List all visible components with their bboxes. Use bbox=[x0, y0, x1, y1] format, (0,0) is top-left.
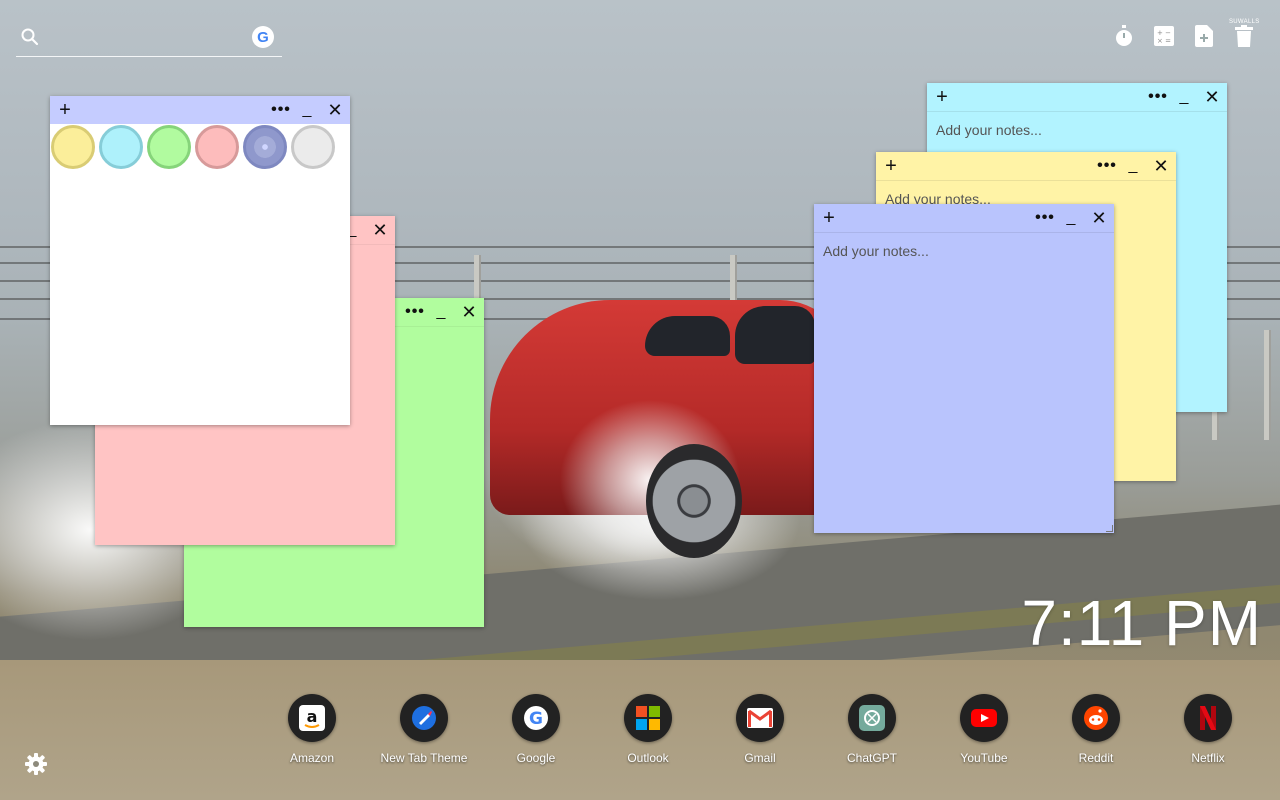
color-swatch-gray[interactable] bbox=[291, 125, 335, 169]
note-header: + ••• _ ✕ bbox=[927, 83, 1227, 112]
close-icon[interactable]: ✕ bbox=[458, 298, 480, 326]
search-bar: G bbox=[16, 22, 282, 57]
outlook-icon bbox=[624, 694, 672, 742]
minimize-icon[interactable]: _ bbox=[1060, 204, 1082, 232]
shortcut-label: Outlook bbox=[627, 751, 669, 765]
shortcut-label: Google bbox=[516, 751, 556, 765]
close-icon[interactable]: ✕ bbox=[1201, 83, 1223, 111]
color-swatch-pink[interactable] bbox=[195, 125, 239, 169]
car-wheel bbox=[646, 444, 742, 558]
shortcut-label: Reddit bbox=[1078, 751, 1114, 765]
trash-icon[interactable] bbox=[1232, 24, 1256, 48]
brand-label: SUWALLS bbox=[1229, 19, 1260, 25]
svg-text:G: G bbox=[529, 709, 543, 729]
add-note-icon[interactable]: + bbox=[931, 83, 953, 111]
note-header: + ••• _ ✕ bbox=[814, 204, 1114, 233]
shortcut-new-tab-theme[interactable]: New Tab Theme bbox=[368, 694, 480, 765]
more-options-icon[interactable]: ••• bbox=[1034, 204, 1056, 232]
shortcut-google[interactable]: G Google bbox=[480, 694, 592, 765]
close-icon[interactable]: ✕ bbox=[1088, 204, 1110, 232]
sticky-note-white: + ••• _ ✕ bbox=[50, 96, 350, 425]
shortcut-amazon[interactable]: a Amazon bbox=[256, 694, 368, 765]
minimize-icon[interactable]: _ bbox=[430, 298, 452, 326]
shortcut-label: YouTube bbox=[960, 751, 1008, 765]
search-icon[interactable] bbox=[20, 27, 40, 47]
shortcut-gmail[interactable]: Gmail bbox=[704, 694, 816, 765]
more-options-icon[interactable]: ••• bbox=[270, 96, 292, 124]
minimize-icon[interactable]: _ bbox=[1122, 152, 1144, 180]
resize-handle[interactable] bbox=[1106, 525, 1113, 532]
gmail-icon bbox=[736, 694, 784, 742]
shortcut-label: Gmail bbox=[744, 751, 776, 765]
color-swatch-green[interactable] bbox=[147, 125, 191, 169]
notes-add-icon[interactable] bbox=[1192, 24, 1216, 48]
shortcut-label: ChatGPT bbox=[846, 751, 897, 765]
google-icon[interactable]: G bbox=[252, 26, 274, 48]
more-options-icon[interactable]: ••• bbox=[1096, 152, 1118, 180]
google-icon: G bbox=[512, 694, 560, 742]
minimize-icon[interactable]: _ bbox=[296, 96, 318, 124]
minimize-icon[interactable]: _ bbox=[1173, 83, 1195, 111]
shortcut-label: Netflix bbox=[1191, 751, 1225, 765]
close-icon[interactable]: ✕ bbox=[324, 96, 346, 124]
clock: 7:11 PM bbox=[1021, 587, 1262, 659]
add-note-icon[interactable]: + bbox=[818, 204, 840, 232]
shortcut-chatgpt[interactable]: ChatGPT bbox=[816, 694, 928, 765]
gear-icon[interactable] bbox=[24, 752, 48, 776]
color-swatch-cyan[interactable] bbox=[99, 125, 143, 169]
shortcut-reddit[interactable]: Reddit bbox=[1040, 694, 1152, 765]
note-header: + ••• _ ✕ bbox=[876, 152, 1176, 181]
note-header: + ••• _ ✕ bbox=[50, 96, 350, 124]
color-palette bbox=[51, 125, 335, 169]
add-note-icon[interactable]: + bbox=[54, 96, 76, 124]
add-note-icon[interactable]: + bbox=[880, 152, 902, 180]
color-swatch-yellow[interactable] bbox=[51, 125, 95, 169]
timer-icon[interactable] bbox=[1112, 24, 1136, 48]
sticky-note-blue: + ••• _ ✕ bbox=[814, 204, 1114, 533]
calculator-icon[interactable]: + − × = bbox=[1152, 24, 1176, 48]
shortcut-netflix[interactable]: Netflix bbox=[1152, 694, 1264, 765]
svg-text:× =: × = bbox=[1157, 37, 1171, 45]
reddit-icon bbox=[1072, 694, 1120, 742]
note-textarea[interactable] bbox=[814, 233, 1114, 531]
netflix-icon bbox=[1184, 694, 1232, 742]
more-options-icon[interactable]: ••• bbox=[404, 298, 426, 326]
shortcut-youtube[interactable]: YouTube bbox=[928, 694, 1040, 765]
close-icon[interactable]: ✕ bbox=[1150, 152, 1172, 180]
search-input[interactable] bbox=[48, 26, 242, 52]
new-tab-theme-icon bbox=[400, 694, 448, 742]
shortcut-label: New Tab Theme bbox=[380, 751, 468, 765]
shortcut-outlook[interactable]: Outlook bbox=[592, 694, 704, 765]
more-options-icon[interactable]: ••• bbox=[1147, 83, 1169, 111]
color-swatch-blue[interactable] bbox=[243, 125, 287, 169]
svg-text:+ −: + − bbox=[1157, 29, 1171, 37]
svg-text:a: a bbox=[307, 707, 318, 726]
chatgpt-icon bbox=[848, 694, 896, 742]
close-icon[interactable]: ✕ bbox=[369, 216, 391, 244]
amazon-icon: a bbox=[288, 694, 336, 742]
youtube-icon bbox=[960, 694, 1008, 742]
shortcut-label: Amazon bbox=[289, 751, 335, 765]
